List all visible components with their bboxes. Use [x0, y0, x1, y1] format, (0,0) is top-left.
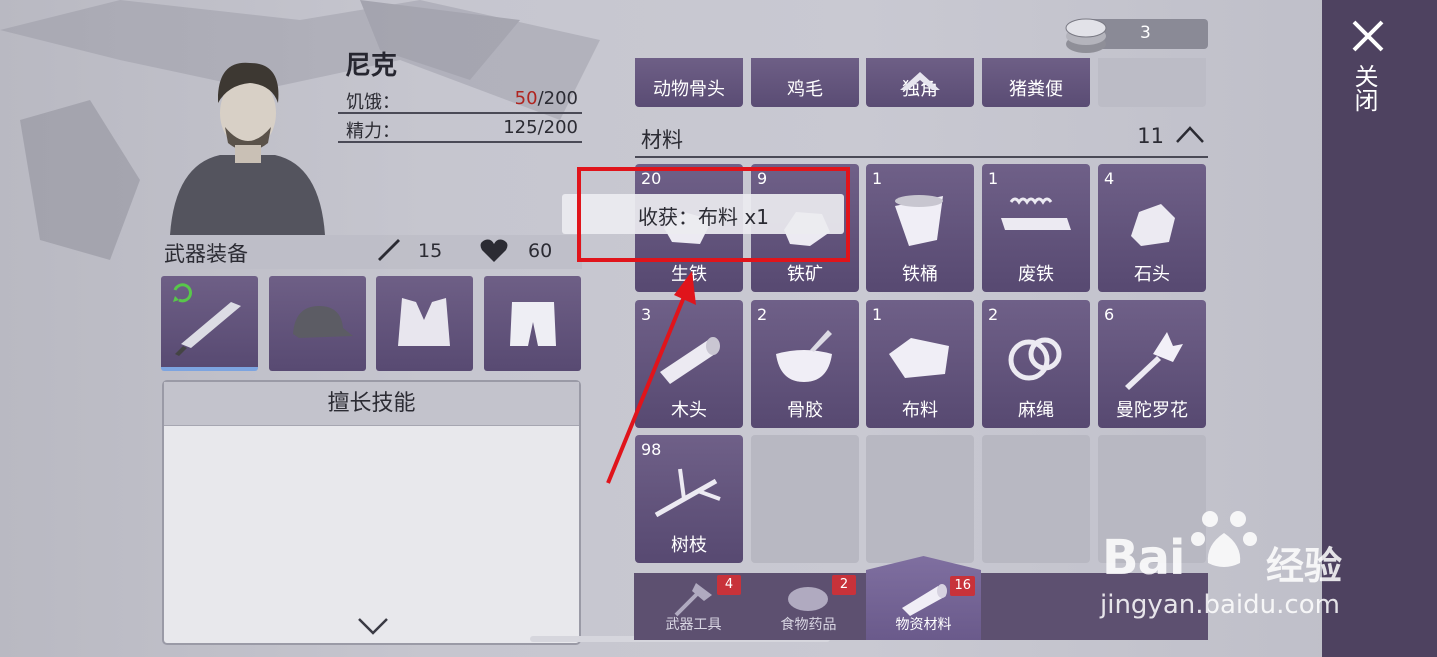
cap-icon: [293, 306, 353, 338]
annotation-arrow: [606, 271, 696, 484]
attack-value: 15: [418, 240, 443, 262]
empty-slot: [751, 435, 859, 563]
empty-slot: [866, 435, 974, 563]
close-icon[interactable]: [1350, 18, 1386, 54]
rope-icon: [1008, 337, 1062, 381]
equip-slot-legs[interactable]: [484, 276, 581, 371]
shorts-icon: [510, 302, 556, 346]
equip-slot-body[interactable]: [376, 276, 473, 371]
flower-icon: [1125, 332, 1183, 390]
equipment-title: 武器装备: [164, 242, 248, 266]
section-title: 材料: [641, 128, 683, 152]
scrap-icon: [1001, 197, 1071, 230]
item-qty: 1: [988, 169, 999, 188]
annotation-highlight-box: [577, 167, 850, 262]
item-name: 石头: [1134, 264, 1170, 285]
item-scrap-iron[interactable]: 1 废铁: [982, 164, 1090, 292]
item-qty: 2: [988, 305, 999, 324]
coin-stack-icon: [1065, 18, 1107, 53]
paw-icon: [1191, 511, 1257, 567]
item-name: 铁矿: [787, 264, 823, 285]
meat-icon: [788, 587, 828, 611]
item-datura-flower[interactable]: 6 曼陀罗花: [1098, 300, 1206, 428]
item-iron-bucket[interactable]: 1 铁桶: [866, 164, 974, 292]
item-name: 骨胶: [787, 400, 823, 421]
section-count: 11: [1137, 124, 1164, 148]
tab-materials[interactable]: 16 物资材料: [866, 556, 981, 640]
tab-badge: 2: [832, 575, 856, 595]
equipment-header: 武器装备 15 60: [160, 235, 582, 269]
empty-slot: [1098, 58, 1206, 107]
item-name: 鸡毛: [787, 79, 823, 100]
item-name: 麻绳: [1018, 400, 1054, 421]
item-name: 废铁: [1018, 264, 1054, 285]
health-value: 60: [528, 240, 553, 262]
hunger-stat: 饥饿： 50/200: [338, 86, 582, 114]
item-stone[interactable]: 4 石头: [1098, 164, 1206, 292]
energy-value: 125/200: [503, 117, 578, 138]
item-cloth[interactable]: 1 布料: [866, 300, 974, 428]
sword-icon: [378, 239, 400, 261]
item-horn[interactable]: 独角: [866, 58, 974, 107]
item-qty: 2: [757, 305, 768, 324]
item-hemp-rope[interactable]: 2 麻绳: [982, 300, 1090, 428]
heart-icon: [480, 239, 508, 262]
equip-slot-head[interactable]: [269, 276, 366, 371]
chevron-up-icon: [900, 72, 940, 90]
energy-label: 精力：: [346, 121, 400, 142]
skills-title: 擅长技能: [164, 382, 579, 426]
item-name: 树枝: [671, 535, 707, 556]
bone-glue-icon: [776, 330, 832, 382]
item-name: 布料: [902, 400, 938, 421]
watermark-logo: Bai: [1102, 530, 1185, 586]
tab-food-medicine[interactable]: 2 食物药品: [751, 573, 866, 640]
item-qty: 1: [872, 169, 883, 188]
item-name: 猪粪便: [1009, 79, 1063, 100]
item-pig-manure[interactable]: 猪粪便: [982, 58, 1090, 107]
item-name: 曼陀罗花: [1116, 400, 1188, 421]
materials-section-header[interactable]: 材料 11: [635, 120, 1208, 158]
hunger-value: 50/200: [515, 88, 578, 109]
cloth-icon: [889, 338, 949, 378]
vest-icon: [398, 298, 450, 346]
character-portrait: [170, 62, 325, 235]
skills-panel[interactable]: 擅长技能: [162, 380, 581, 645]
item-name: 动物骨头: [653, 79, 725, 100]
tab-label: 食物药品: [780, 617, 837, 633]
item-qty: 1: [872, 305, 883, 324]
watermark-url: jingyan.baidu.com: [1100, 590, 1340, 620]
item-qty: 6: [1104, 305, 1115, 324]
hunger-max: /200: [537, 88, 578, 109]
tab-badge: 16: [950, 576, 975, 596]
equip-slot-weapon[interactable]: [161, 276, 258, 371]
log-icon: [902, 584, 947, 616]
currency-count: 3: [1140, 23, 1151, 43]
energy-stat: 精力： 125/200: [338, 115, 582, 143]
stone-icon: [1131, 204, 1175, 246]
character-name: 尼克: [345, 51, 398, 81]
item-name: 铁桶: [902, 264, 938, 285]
axe-icon: [674, 583, 712, 617]
item-animal-bone[interactable]: 动物骨头: [635, 58, 743, 107]
tab-badge: 4: [717, 575, 741, 595]
watermark-text: 经验: [1266, 544, 1343, 588]
close-label[interactable]: 关闭: [1350, 64, 1382, 112]
chevron-down-icon[interactable]: [357, 617, 389, 635]
item-chicken-feather[interactable]: 鸡毛: [751, 58, 859, 107]
hunger-current: 50: [514, 88, 538, 109]
item-bone-glue[interactable]: 2 骨胶: [751, 300, 859, 428]
tab-weapons-tools[interactable]: 4 武器工具: [636, 573, 751, 640]
item-qty: 4: [1104, 169, 1115, 188]
tab-label: 物资材料: [895, 617, 952, 633]
tab-label: 武器工具: [665, 617, 722, 633]
caret-up-icon[interactable]: [1174, 123, 1206, 145]
empty-slot: [982, 435, 1090, 563]
hunger-label: 饥饿：: [346, 92, 400, 113]
knife-icon: [173, 283, 241, 356]
bucket-icon: [895, 195, 943, 246]
